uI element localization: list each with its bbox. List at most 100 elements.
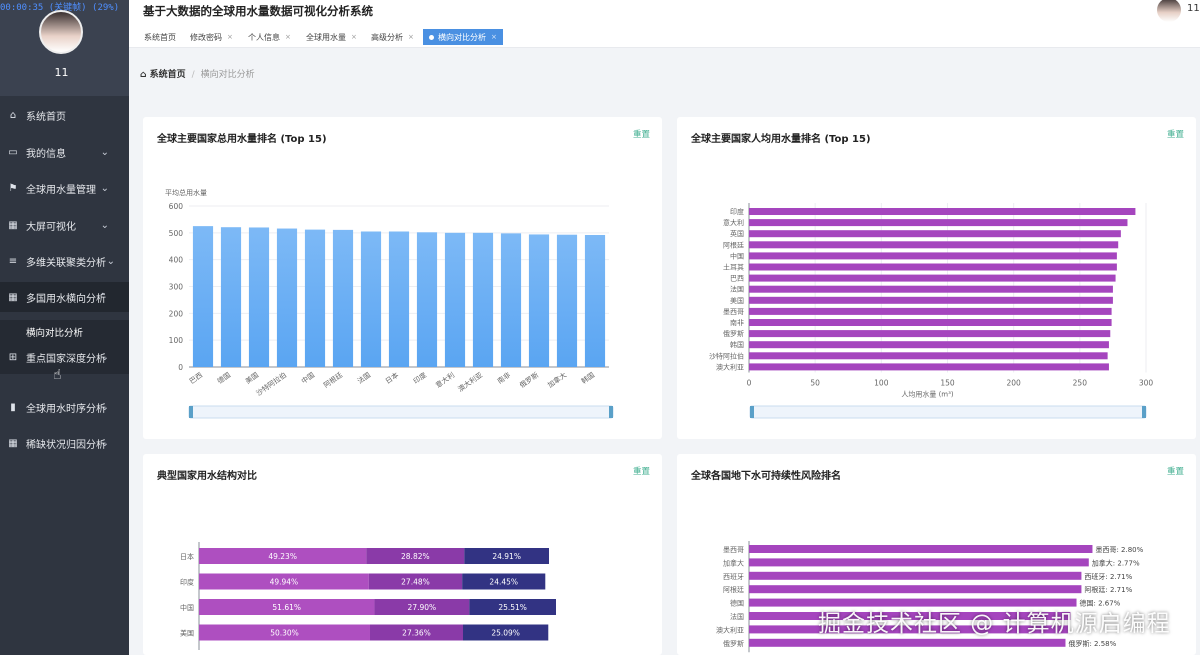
breadcrumb-separator: / bbox=[191, 70, 195, 80]
x-tick-label: 沙特阿拉伯 bbox=[254, 370, 288, 397]
x-tick-label: 阿根廷 bbox=[322, 370, 344, 389]
close-icon[interactable]: × bbox=[227, 33, 233, 41]
bar bbox=[749, 274, 1116, 282]
sidebar-item-key-country-analysis[interactable]: ⊞ 重点国家深度分析 ⌄ bbox=[0, 342, 129, 372]
sidebar-item-cluster-analysis[interactable]: ≡ 多维关联聚类分析 ⌄ bbox=[0, 246, 129, 276]
bar bbox=[276, 228, 298, 367]
tab-change-password[interactable]: 修改密码 × bbox=[190, 29, 233, 45]
data-label: 加拿大: 2.77% bbox=[1092, 558, 1140, 567]
sidebar-item-label: 我的信息 bbox=[26, 148, 66, 160]
close-icon[interactable]: × bbox=[285, 33, 291, 41]
bar bbox=[749, 263, 1117, 271]
x-tick-label: 200 bbox=[1007, 379, 1022, 388]
bar bbox=[472, 232, 494, 367]
y-tick-label: 100 bbox=[169, 336, 184, 345]
x-tick-label: 美国 bbox=[244, 370, 261, 385]
x-tick-label: 南非 bbox=[496, 370, 513, 385]
zoom-handle-left bbox=[189, 406, 193, 418]
chevron-down-icon: ⌄ bbox=[106, 255, 115, 267]
x-tick-label: 印度 bbox=[412, 370, 429, 385]
y-tick-label: 俄罗斯 bbox=[723, 639, 744, 648]
bar bbox=[749, 585, 1082, 594]
avatar[interactable] bbox=[39, 10, 83, 54]
header-avatar[interactable] bbox=[1157, 0, 1181, 22]
y-tick-label: 日本 bbox=[180, 552, 194, 561]
x-tick-label: 德国 bbox=[216, 370, 233, 385]
x-tick-label: 意大利 bbox=[434, 370, 456, 389]
bar-chart-icon: ▮ bbox=[10, 401, 16, 413]
data-label: 27.48% bbox=[401, 578, 430, 587]
data-label: 25.09% bbox=[491, 629, 520, 638]
zoom-handle-right bbox=[609, 406, 613, 418]
breadcrumb-home[interactable]: ⌂ 系统首页 bbox=[140, 70, 186, 80]
bar bbox=[388, 231, 410, 367]
bar bbox=[192, 226, 214, 367]
y-tick-label: 中国 bbox=[730, 251, 744, 260]
sidebar: 00:00:35 (关键帧) (29%) 11 ⌂ 系统首页 ▭ 我的信息 ⌄ ⚑ 全球… bbox=[0, 0, 129, 655]
chevron-down-icon: ⌄ bbox=[100, 182, 109, 194]
sidebar-item-my-info[interactable]: ▭ 我的信息 ⌄ bbox=[0, 137, 129, 167]
water-structure-chart: 日本 49.23% 28.82% 24.91% 印度 49.94% 27.48% 24.45%… bbox=[180, 542, 556, 650]
y-tick-label: 600 bbox=[169, 202, 184, 211]
x-tick-label: 0 bbox=[747, 379, 752, 388]
x-tick-label: 250 bbox=[1073, 379, 1088, 388]
watermark: 掘金技术社区 @ 计算机源启编程 bbox=[818, 611, 1171, 637]
data-label: 24.45% bbox=[489, 578, 518, 587]
sidebar-item-big-screen[interactable]: ▦ 大屏可视化 ⌄ bbox=[0, 210, 129, 240]
bar bbox=[416, 232, 438, 367]
hand-cursor-icon: ☝ bbox=[53, 367, 62, 383]
sidebar-item-label: 全球用水量管理 bbox=[26, 184, 96, 196]
user-name: 11 bbox=[54, 66, 69, 79]
y-tick-label: 400 bbox=[169, 256, 184, 265]
data-label: 51.61% bbox=[272, 603, 301, 612]
x-tick-label: 法国 bbox=[356, 370, 373, 385]
sidebar-item-home[interactable]: ⌂ 系统首页 bbox=[0, 100, 129, 130]
data-label: 27.36% bbox=[402, 629, 431, 638]
y-tick-label: 加拿大 bbox=[723, 558, 744, 567]
sidebar-item-label: 稀缺状况归因分析 bbox=[26, 439, 106, 451]
tab-profile[interactable]: 个人信息 × bbox=[248, 29, 291, 45]
sidebar-item-horizontal-analysis[interactable]: ▦ 多国用水横向分析 ⌃ bbox=[0, 282, 129, 312]
sidebar-item-water-management[interactable]: ⚑ 全球用水量管理 ⌄ bbox=[0, 173, 129, 203]
zoom-handle-right bbox=[1142, 406, 1146, 418]
y-tick-label: 美国 bbox=[180, 629, 194, 638]
chevron-down-icon: ⌄ bbox=[100, 401, 109, 413]
data-label: 28.82% bbox=[401, 552, 430, 561]
sidebar-item-label: 多维关联聚类分析 bbox=[26, 257, 106, 269]
tab-label: 高级分析 bbox=[371, 32, 403, 42]
data-label: 西班牙: 2.71% bbox=[1084, 572, 1132, 581]
x-tick-label: 中国 bbox=[300, 370, 317, 385]
y-axis-label: 平均总用水量 bbox=[165, 188, 207, 197]
close-icon[interactable]: × bbox=[491, 33, 497, 41]
y-tick-label: 300 bbox=[169, 283, 184, 292]
y-tick-label: 美国 bbox=[730, 296, 744, 305]
close-icon[interactable]: × bbox=[408, 33, 414, 41]
app-title: 基于大数据的全球用水量数据可视化分析系统 bbox=[143, 4, 373, 18]
chart-card-per-capita: 全球主要国家人均用水量排名 (Top 15) 重置 0 50 100 150 200 25… bbox=[677, 117, 1196, 439]
bar bbox=[556, 234, 578, 367]
x-tick-label: 巴西 bbox=[188, 371, 204, 386]
tab-label: 横向对比分析 bbox=[438, 32, 486, 42]
header-user-name[interactable]: 11 bbox=[1187, 3, 1200, 14]
sidebar-item-label: 重点国家深度分析 bbox=[26, 353, 106, 365]
y-tick-label: 200 bbox=[169, 309, 184, 318]
total-water-chart: 平均总用水量 0 100 200 300 400 500 600 巴西 德国 美国沙特阿拉伯 中国 阿根… bbox=[165, 188, 614, 419]
tab-home[interactable]: 系统首页 bbox=[144, 29, 176, 45]
bar bbox=[528, 234, 550, 367]
y-tick-label: 500 bbox=[169, 229, 184, 238]
sidebar-item-scarcity-analysis[interactable]: ▦ 稀缺状况归因分析 ⌄ bbox=[0, 428, 129, 458]
close-icon[interactable]: × bbox=[351, 33, 357, 41]
y-tick-label: 韩国 bbox=[730, 340, 744, 349]
data-label: 49.94% bbox=[270, 578, 299, 587]
tab-global-water[interactable]: 全球用水量 × bbox=[306, 29, 357, 45]
y-tick-label: 俄罗斯 bbox=[723, 329, 744, 338]
x-tick-label: 100 bbox=[874, 379, 889, 388]
sidebar-item-timeseries-analysis[interactable]: ▮ 全球用水时序分析 ⌄ bbox=[0, 392, 129, 422]
home-icon: ⌂ bbox=[140, 70, 150, 80]
bar bbox=[749, 208, 1136, 215]
tab-advanced-analysis[interactable]: 高级分析 × bbox=[371, 29, 414, 45]
tab-label: 修改密码 bbox=[190, 32, 222, 42]
tab-horizontal-compare[interactable]: 横向对比分析 × bbox=[423, 29, 503, 45]
submenu-item-horizontal-compare[interactable]: 横向对比分析 bbox=[26, 325, 83, 339]
bar bbox=[749, 341, 1109, 349]
